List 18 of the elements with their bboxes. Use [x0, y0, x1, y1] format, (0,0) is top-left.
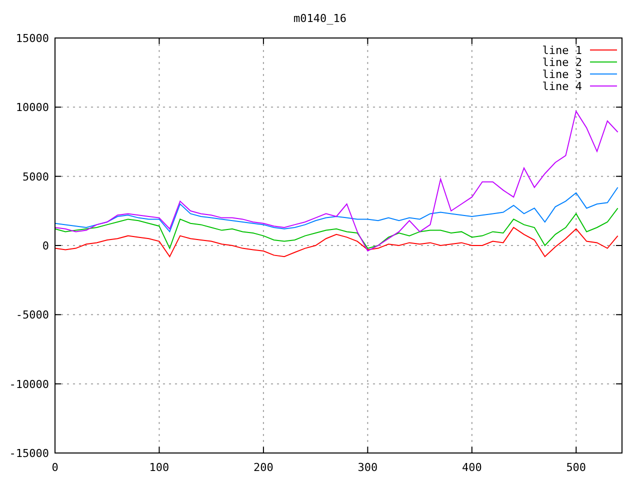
y-tick-label: -15000: [9, 447, 49, 460]
legend-label: line 3: [542, 68, 582, 81]
x-tick-label: 300: [358, 461, 378, 474]
y-tick-label: -10000: [9, 378, 49, 391]
legend-label: line 1: [542, 44, 582, 57]
x-tick-label: 0: [52, 461, 58, 474]
y-tick-label: 15000: [16, 32, 49, 45]
x-tick-label: 400: [462, 461, 482, 474]
legend-label: line 4: [542, 80, 582, 93]
x-tick-label: 100: [149, 461, 170, 474]
y-tick-label: 10000: [16, 101, 49, 114]
y-tick-label: -5000: [16, 308, 49, 322]
chart-title: m0140_16: [294, 12, 346, 25]
y-tick-label: 0: [42, 240, 49, 252]
x-tick-label: 200: [254, 461, 274, 474]
x-tick-label: 500: [566, 461, 586, 474]
legend-label: line 2: [542, 56, 582, 69]
y-tick-label: 5000: [22, 170, 49, 184]
